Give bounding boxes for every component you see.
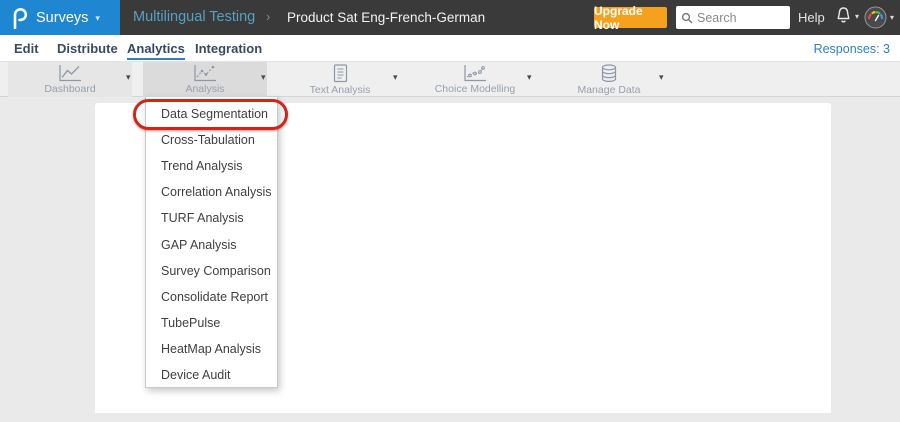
tab-label: Text Analysis xyxy=(310,84,371,96)
bell-icon xyxy=(835,6,852,26)
page-title: Product Sat Eng-French-German xyxy=(287,10,485,25)
nav-item-edit[interactable]: Edit xyxy=(14,41,39,56)
nav-item-integration[interactable]: Integration xyxy=(195,41,262,56)
database-icon xyxy=(600,64,618,83)
text-analysis-dropdown-caret[interactable]: ▾ xyxy=(393,72,398,83)
breadcrumb-folder[interactable]: Multilingual Testing xyxy=(133,9,255,25)
chevron-down-icon: ▾ xyxy=(95,13,100,24)
menu-item-trend-analysis[interactable]: Trend Analysis xyxy=(146,153,277,179)
analysis-dropdown-caret[interactable]: ▾ xyxy=(261,72,266,83)
chevron-down-icon: ▾ xyxy=(855,12,859,21)
search-input[interactable] xyxy=(697,11,781,25)
notifications-button[interactable]: ▾ xyxy=(835,6,859,26)
menu-item-device-audit[interactable]: Device Audit xyxy=(146,362,277,388)
questionpro-logo-icon xyxy=(11,7,28,29)
menu-item-cross-tabulation[interactable]: Cross-Tabulation xyxy=(146,127,277,153)
menu-item-heatmap-analysis[interactable]: HeatMap Analysis xyxy=(146,336,277,362)
avatar xyxy=(864,6,887,29)
tab-label: Analysis xyxy=(185,83,224,95)
menu-item-data-segmentation[interactable]: Data Segmentation xyxy=(146,101,277,127)
upgrade-now-button[interactable]: Upgrade Now xyxy=(594,7,667,28)
manage-data-dropdown-caret[interactable]: ▾ xyxy=(659,72,664,83)
help-link[interactable]: Help xyxy=(798,10,825,25)
chevron-down-icon: ▾ xyxy=(890,13,894,22)
tab-analysis[interactable]: Analysis xyxy=(143,62,267,97)
menu-item-consolidate-report[interactable]: Consolidate Report xyxy=(146,284,277,310)
menu-item-correlation-analysis[interactable]: Correlation Analysis xyxy=(146,179,277,205)
app-name: Surveys xyxy=(36,10,88,26)
trend-chart-icon xyxy=(193,64,217,82)
global-search[interactable] xyxy=(676,6,790,29)
tab-choice-modelling[interactable]: Choice Modelling xyxy=(413,62,537,97)
dashboard-dropdown-caret[interactable]: ▾ xyxy=(126,72,131,83)
tab-label: Choice Modelling xyxy=(435,83,516,95)
menu-item-gap-analysis[interactable]: GAP Analysis xyxy=(146,231,277,257)
document-icon xyxy=(331,64,349,83)
analysis-dropdown-menu: Data Segmentation Cross-Tabulation Trend… xyxy=(145,97,278,388)
tab-label: Dashboard xyxy=(44,83,95,95)
tab-label: Manage Data xyxy=(577,84,640,96)
nav-item-analytics[interactable]: Analytics xyxy=(127,41,185,60)
account-menu-button[interactable]: ▾ xyxy=(864,6,894,29)
tab-dashboard[interactable]: Dashboard xyxy=(8,62,132,97)
menu-item-turf-analysis[interactable]: TURF Analysis xyxy=(146,205,277,231)
scatter-chart-icon xyxy=(463,64,487,82)
menu-item-survey-comparison[interactable]: Survey Comparison xyxy=(146,258,277,284)
line-chart-icon xyxy=(58,64,82,82)
nav-item-distribute[interactable]: Distribute xyxy=(57,41,118,56)
breadcrumb-separator: › xyxy=(266,9,270,24)
tab-manage-data[interactable]: Manage Data xyxy=(548,62,670,97)
surveys-product-switcher[interactable]: Surveys ▾ xyxy=(0,0,120,35)
menu-item-tubepulse[interactable]: TubePulse xyxy=(146,310,277,336)
search-icon xyxy=(681,12,693,24)
choice-modelling-dropdown-caret[interactable]: ▾ xyxy=(527,72,532,83)
tab-text-analysis[interactable]: Text Analysis xyxy=(281,62,399,97)
responses-count[interactable]: Responses: 3 xyxy=(814,42,890,56)
app-window: Surveys ▾ Multilingual Testing › Product… xyxy=(0,0,900,422)
